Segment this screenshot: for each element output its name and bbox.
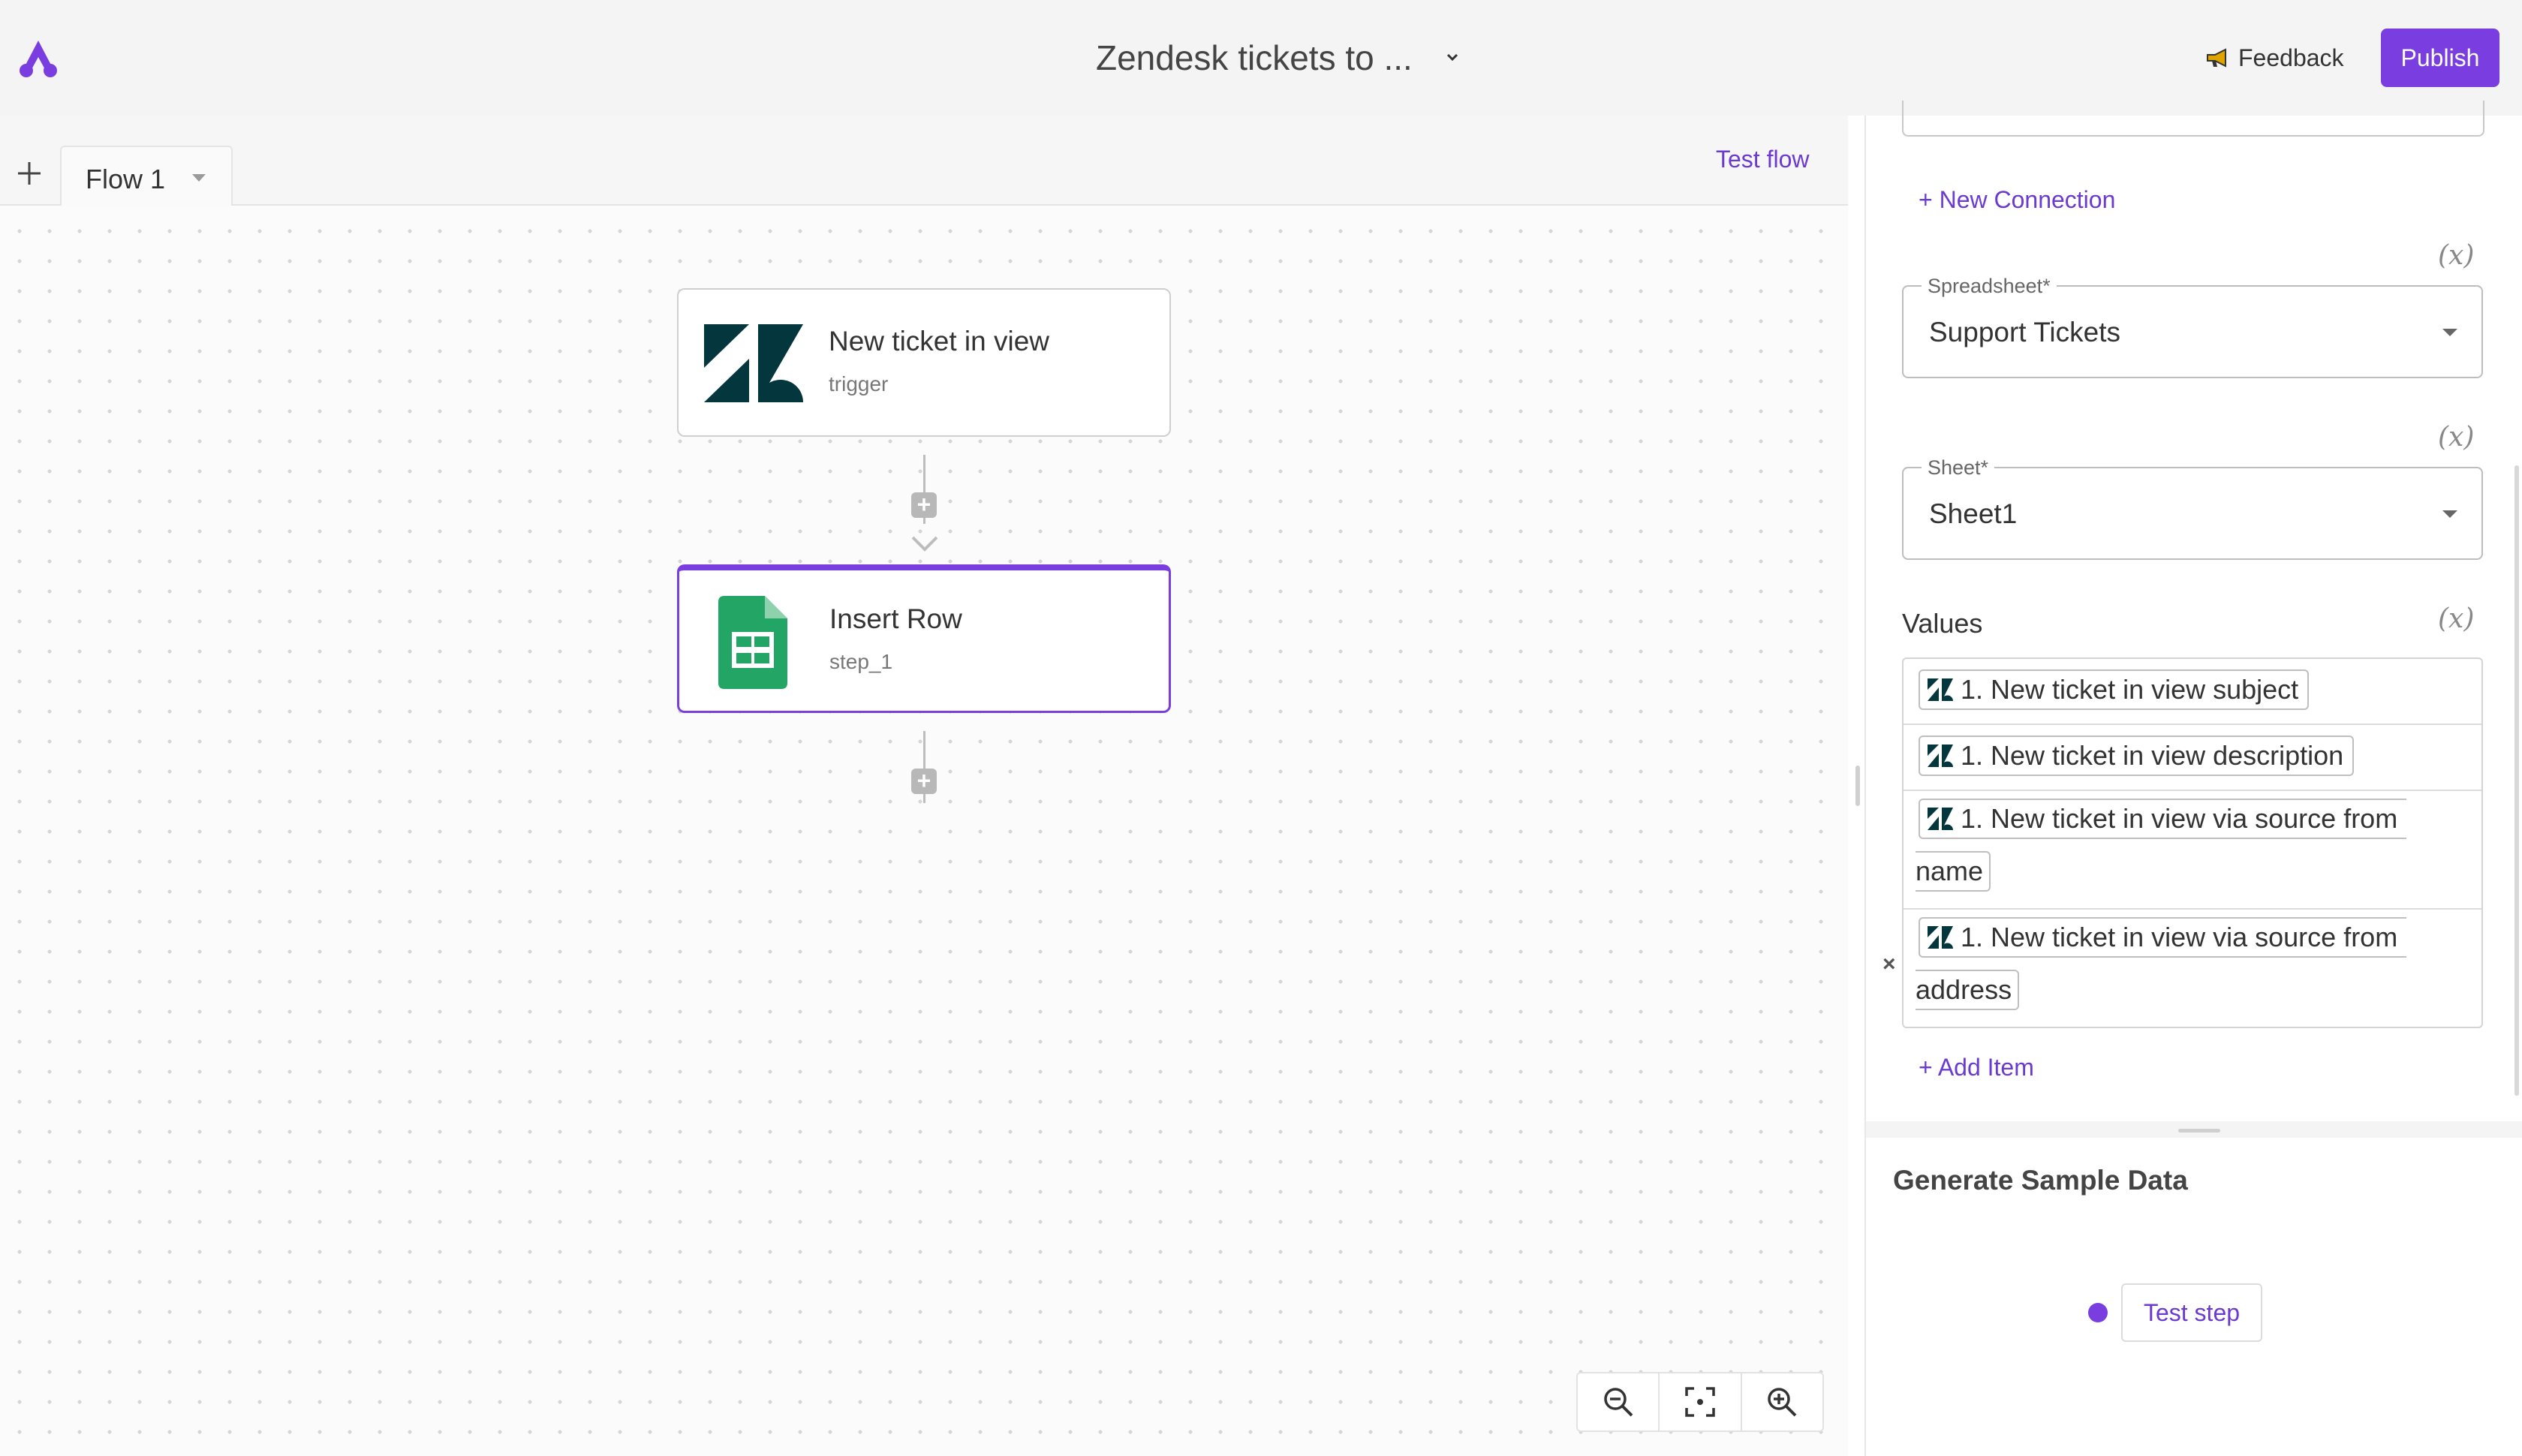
value-chip[interactable]: 1. New ticket in view description [1919, 736, 2355, 776]
values-item[interactable]: 1. New ticket in view description [1904, 723, 2481, 791]
zoom-in-button[interactable] [1742, 1373, 1822, 1430]
panel-resize-handle[interactable] [1855, 766, 1860, 806]
value-chip-label: 1. New ticket in view subject [1961, 674, 2299, 705]
section-resize-grip[interactable] [2178, 1129, 2220, 1133]
value-chip-continuation[interactable]: address [1916, 970, 2020, 1010]
values-item[interactable]: 1. New ticket in view via source from na… [1904, 790, 2481, 910]
status-dot [2088, 1303, 2108, 1322]
zendesk-icon [1928, 678, 1953, 701]
value-chip-label: address [1916, 974, 2012, 1005]
trigger-node[interactable]: New ticket in view trigger [677, 288, 1171, 437]
value-chip[interactable]: 1. New ticket in view via source from [1919, 917, 2407, 958]
feedback-button[interactable]: Feedback [2205, 38, 2344, 78]
connection-select[interactable] [1902, 101, 2484, 137]
test-flow-link[interactable]: Test flow [1716, 146, 1809, 173]
values-item[interactable]: 1. New ticket in view subject [1904, 659, 2481, 725]
add-step-button[interactable]: + [911, 492, 937, 518]
feedback-label: Feedback [2238, 44, 2344, 71]
panel-scrollbar[interactable] [2514, 465, 2519, 1096]
fit-view-button[interactable] [1660, 1373, 1742, 1430]
value-chip-label: 1. New ticket in view via source from [1961, 803, 2398, 834]
node-title: Insert Row [829, 603, 962, 634]
google-sheets-icon [718, 596, 787, 689]
new-connection-button[interactable]: + New Connection [1919, 186, 2115, 214]
toggle-dynamic-value-icon[interactable]: (x) [2438, 603, 2474, 634]
value-chip-continuation[interactable]: name [1916, 851, 1991, 892]
node-subtitle: trigger [829, 372, 889, 396]
spreadsheet-value: Support Tickets [1929, 317, 2121, 347]
chevron-down-icon[interactable] [1443, 48, 1462, 68]
value-chip-label: 1. New ticket in view description [1961, 740, 2344, 771]
publish-button[interactable]: Publish [2381, 29, 2499, 87]
fit-view-icon [1685, 1387, 1715, 1417]
zendesk-icon [1928, 808, 1953, 830]
caret-down-icon [2442, 510, 2457, 518]
sheet-value: Sheet1 [1929, 498, 2018, 529]
value-chip-label: name [1916, 856, 1984, 886]
values-item[interactable]: 1. New ticket in view via source from ad… [1904, 908, 2481, 1027]
sheet-label: Sheet* [1922, 456, 1995, 480]
node-title: New ticket in view [829, 326, 1050, 356]
tab-flow-1[interactable]: Flow 1 [60, 146, 233, 206]
zendesk-icon [1928, 926, 1953, 949]
node-subtitle: step_1 [829, 650, 893, 673]
step-settings-panel: + New Connection (x) Spreadsheet* Suppor… [1864, 101, 2522, 1456]
zoom-out-icon [1603, 1388, 1633, 1417]
zendesk-icon [1928, 745, 1953, 767]
insert-row-node[interactable]: Insert Row step_1 [677, 564, 1171, 713]
zoom-out-button[interactable] [1578, 1373, 1660, 1430]
caret-down-icon [2442, 329, 2457, 336]
add-item-button[interactable]: + Add Item [1919, 1054, 2034, 1081]
value-chip-label: 1. New ticket in view via source from [1961, 922, 2398, 952]
toggle-dynamic-value-icon[interactable]: (x) [2438, 240, 2474, 271]
megaphone-icon [2207, 48, 2226, 68]
value-chip[interactable]: 1. New ticket in view via source from [1919, 799, 2407, 839]
test-step-button[interactable]: Test step [2121, 1283, 2262, 1342]
flow-title-dropdown[interactable]: Zendesk tickets to ... [1096, 32, 1462, 84]
remove-item-icon[interactable]: × [1882, 952, 1896, 977]
sheet-dropdown[interactable]: Sheet* Sheet1 [1902, 456, 2483, 560]
spreadsheet-dropdown[interactable]: Spreadsheet* Support Tickets [1902, 275, 2483, 378]
top-bar: Zendesk tickets to ... Feedback Publish [0, 0, 2522, 116]
value-chip[interactable]: 1. New ticket in view subject [1919, 669, 2310, 710]
flow-tab-label: Flow 1 [86, 164, 166, 194]
zendesk-icon [704, 324, 803, 402]
app-logo-icon[interactable] [17, 36, 60, 78]
caret-down-icon[interactable] [191, 173, 207, 183]
toggle-dynamic-value-icon[interactable]: (x) [2438, 422, 2474, 453]
add-flow-icon[interactable] [15, 159, 44, 188]
flow-tab-bar: Flow 1 Test flow [0, 116, 1848, 206]
zoom-in-icon [1768, 1388, 1797, 1417]
arrow-down-icon [911, 536, 938, 552]
sample-data-title: Generate Sample Data [1893, 1165, 2188, 1196]
spreadsheet-label: Spreadsheet* [1922, 275, 2057, 298]
zoom-controls [1576, 1372, 1824, 1432]
values-label: Values [1902, 608, 1983, 639]
values-list: 1. New ticket in view subject 1. New tic… [1902, 657, 2483, 1028]
flow-title[interactable]: Zendesk tickets to ... [1096, 38, 1413, 78]
flow-canvas[interactable]: Flow 1 Test flow New ticket in view trig… [0, 116, 1848, 1456]
add-step-button[interactable]: + [911, 769, 937, 794]
